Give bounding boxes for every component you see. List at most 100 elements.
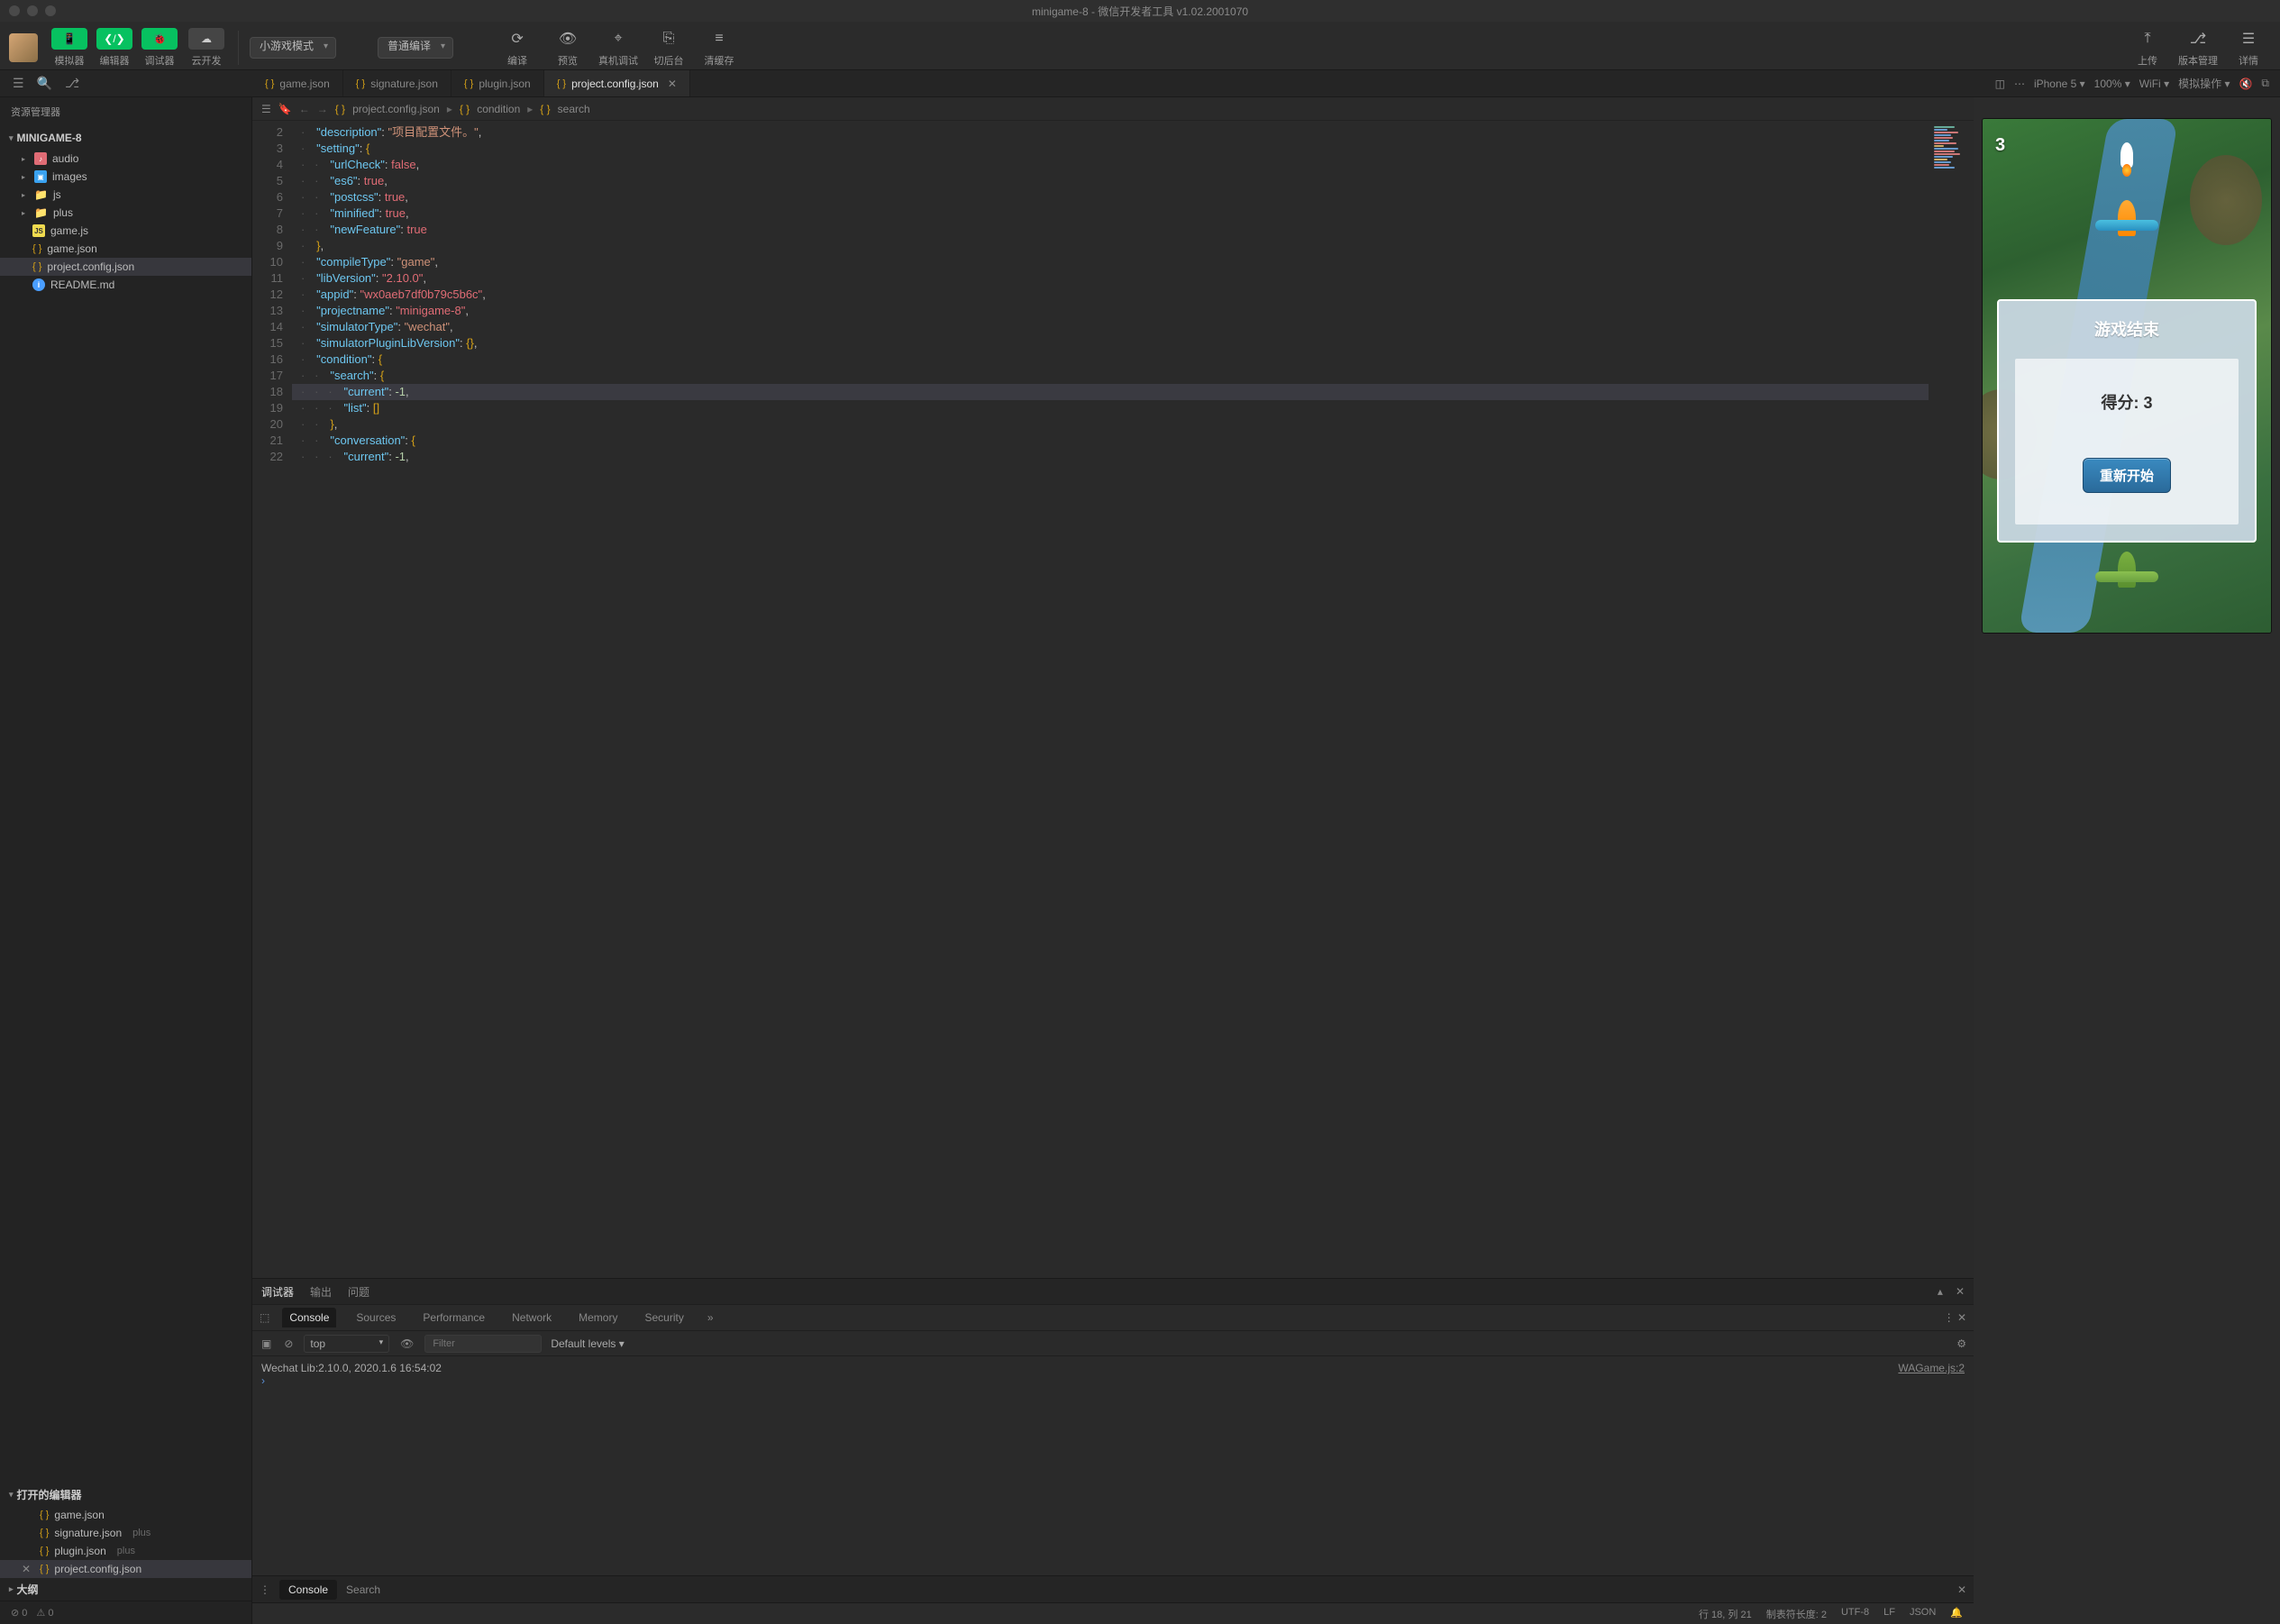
filter-input[interactable] (424, 1335, 542, 1353)
restart-button[interactable]: 重新开始 (2083, 458, 2171, 493)
file-tab[interactable]: { }project.config.json✕ (544, 70, 690, 96)
gear-icon[interactable]: ⚙ (1956, 1337, 1966, 1350)
eye-icon[interactable]: 👁 (398, 1337, 415, 1350)
split-editor-icon[interactable]: ◫ (1995, 78, 2005, 90)
branch-icon[interactable]: ⎇ (65, 76, 79, 91)
output-tab[interactable]: 输出 (310, 1284, 332, 1300)
devtools-tab-memory[interactable]: Memory (571, 1308, 625, 1327)
more-icon[interactable]: ⋯ (2014, 78, 2025, 90)
code-editor[interactable]: · "description": "项目配置文件。",· "setting": … (292, 121, 1929, 1278)
details-button[interactable]: ☰详情 (2226, 28, 2271, 68)
devtools-tab-security[interactable]: Security (637, 1308, 690, 1327)
explorer-title: 资源管理器 (0, 97, 251, 126)
clear-console-icon[interactable]: ⊘ (282, 1337, 295, 1350)
tree-file-readme[interactable]: iREADME.md (0, 276, 251, 294)
network-select[interactable]: WiFi ▾ (2139, 78, 2169, 90)
warning-count[interactable]: ⚠ 0 (36, 1607, 53, 1619)
levels-select[interactable]: Default levels ▾ (551, 1337, 624, 1350)
tree-folder-audio[interactable]: ▸♪audio (0, 150, 251, 168)
file-tab[interactable]: { }plugin.json (451, 70, 544, 96)
preview-button[interactable]: 👁预览 (545, 28, 590, 68)
log-source-link[interactable]: WAGame.js:2 (1898, 1362, 1965, 1374)
more-icon[interactable]: ⋮ (260, 1583, 270, 1596)
devtools-tab-sources[interactable]: Sources (349, 1308, 403, 1327)
close-panel-icon[interactable]: ✕ (1956, 1285, 1965, 1298)
compile-mode-select[interactable]: 普通编译 (378, 37, 453, 59)
outline-header[interactable]: ▸大纲 (0, 1578, 251, 1601)
open-editor-item[interactable]: { }plugin.jsonplus (0, 1542, 251, 1560)
editor-toggle[interactable]: ❮/❯编辑器 (94, 28, 135, 68)
upload-button[interactable]: ⤒上传 (2125, 28, 2170, 68)
breadcrumb[interactable]: ☰ 🔖 ← → { }project.config.json ▸ { }cond… (252, 97, 1974, 121)
nav-back-icon[interactable]: ← (299, 103, 310, 115)
simulator-pane: 3 游戏结束 得分: 3 重新开始 (1974, 97, 2280, 1624)
close-icon[interactable]: ✕ (22, 1563, 34, 1575)
tab-size[interactable]: 制表符长度: 2 (1766, 1607, 1827, 1621)
console-output[interactable]: Wechat Lib:2.10.0, 2020.1.6 16:54:02WAGa… (252, 1356, 1974, 1575)
cloud-dev-button[interactable]: ☁云开发 (186, 28, 227, 68)
project-header[interactable]: ▾MINIGAME-8 (0, 128, 251, 148)
encoding[interactable]: UTF-8 (1841, 1607, 1869, 1621)
tree-file-gamejson[interactable]: { }game.json (0, 240, 251, 258)
close-drawer-icon[interactable]: ✕ (1957, 1583, 1966, 1596)
nav-fwd-icon[interactable]: → (317, 103, 328, 115)
mute-icon[interactable]: 🔇 (2239, 78, 2252, 90)
sim-action-select[interactable]: 模拟操作 ▾ (2178, 76, 2230, 91)
tree-folder-js[interactable]: ▸📁js (0, 186, 251, 204)
devtools-tab-console[interactable]: Console (282, 1308, 336, 1327)
maximize-window[interactable] (45, 5, 56, 16)
zoom-select[interactable]: 100% ▾ (2094, 78, 2130, 90)
inspect-icon[interactable]: ⬚ (260, 1311, 269, 1324)
close-tab-icon[interactable]: ✕ (668, 78, 677, 90)
mode-select[interactable]: 小游戏模式 (250, 37, 336, 59)
play-icon[interactable]: ▣ (260, 1337, 273, 1350)
eol[interactable]: LF (1883, 1607, 1895, 1621)
remote-debug-button[interactable]: ⌖真机调试 (596, 28, 641, 68)
popout-icon[interactable]: ⧉ (2261, 77, 2269, 90)
open-editor-item[interactable]: ✕{ }project.config.json (0, 1560, 251, 1578)
more-tabs-icon[interactable]: » (707, 1311, 714, 1324)
clear-cache-button[interactable]: ≡清缓存 (697, 28, 742, 68)
player-plane-sprite (2095, 552, 2158, 597)
background-button[interactable]: ⎘切后台 (646, 28, 691, 68)
bell-icon[interactable]: 🔔 (1950, 1607, 1963, 1621)
search-drawer-tab[interactable]: Search (346, 1583, 380, 1596)
code-icon: ❮/❯ (96, 28, 132, 50)
compile-button[interactable]: ⟳编译 (495, 28, 540, 68)
devtools-tab-network[interactable]: Network (505, 1308, 559, 1327)
simulator-screen[interactable]: 3 游戏结束 得分: 3 重新开始 (1983, 119, 2271, 633)
device-select[interactable]: iPhone 5 ▾ (2034, 78, 2085, 90)
list-icon[interactable]: ☰ (261, 103, 271, 115)
close-window[interactable] (9, 5, 20, 16)
minimize-window[interactable] (27, 5, 38, 16)
devtools-menu-icon[interactable]: ⋮ ✕ (1944, 1311, 1966, 1324)
cursor-position[interactable]: 行 18, 列 21 (1699, 1607, 1752, 1621)
devtools-tab-performance[interactable]: Performance (415, 1308, 492, 1327)
open-editors-header[interactable]: ▾打开的编辑器 (0, 1483, 251, 1506)
tree-folder-images[interactable]: ▸▣images (0, 168, 251, 186)
line-gutter[interactable]: 2345678910111213141516171819202122 (252, 121, 292, 1278)
tree-file-projectconfig[interactable]: { }project.config.json (0, 258, 251, 276)
collapse-icon[interactable]: ▴ (1938, 1285, 1943, 1298)
context-select[interactable]: top (304, 1335, 389, 1353)
error-count[interactable]: ⊘ 0 (11, 1607, 27, 1619)
console-drawer-tab[interactable]: Console (279, 1580, 337, 1600)
tree-file-gamejs[interactable]: JSgame.js (0, 222, 251, 240)
search-icon[interactable]: 🔍 (37, 76, 52, 91)
version-button[interactable]: ⎇版本管理 (2175, 28, 2221, 68)
tree-folder-plus[interactable]: ▸📁plus (0, 204, 251, 222)
open-editor-item[interactable]: { }signature.jsonplus (0, 1524, 251, 1542)
language-mode[interactable]: JSON (1910, 1607, 1936, 1621)
bookmark-icon[interactable]: 🔖 (278, 103, 292, 115)
minimap[interactable] (1929, 121, 1974, 1278)
debugger-toggle[interactable]: 🐞调试器 (139, 28, 180, 68)
file-tab[interactable]: { }signature.json (343, 70, 451, 96)
open-editor-item[interactable]: { }game.json (0, 1506, 251, 1524)
problems-tab[interactable]: 问题 (348, 1284, 369, 1300)
list-icon[interactable]: ☰ (13, 76, 24, 91)
user-avatar[interactable] (9, 33, 38, 62)
file-tab[interactable]: { }game.json (252, 70, 343, 96)
debugger-tab[interactable]: 调试器 (261, 1284, 294, 1300)
bottom-panel: 调试器 输出 问题 ▴ ✕ ⬚ Console Sources Performanc… (252, 1278, 1974, 1602)
simulator-toggle[interactable]: 📱模拟器 (49, 28, 90, 68)
